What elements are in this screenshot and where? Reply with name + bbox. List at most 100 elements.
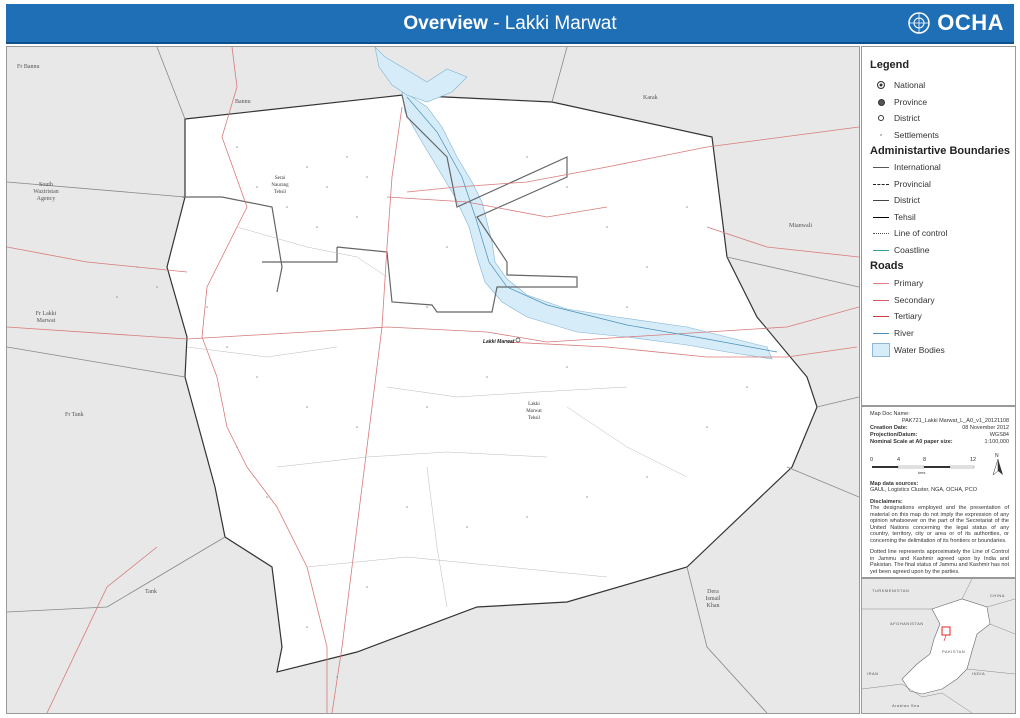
legend-label-province: Province — [894, 97, 928, 107]
disclaimer-text-2: Dotted line represents approximately the… — [870, 549, 1009, 575]
inset-label-turkmenistan: TURKMENISTAN — [872, 588, 910, 593]
legend-label-water-bodies: Water Bodies — [894, 345, 945, 355]
scale-tick-8: 8 — [923, 457, 927, 463]
ocha-logo: OCHA — [907, 10, 1004, 36]
legend-label-tehsil: Tehsil — [894, 212, 916, 222]
tertiary-road-icon — [872, 309, 890, 323]
inset-label-china: CHINA — [990, 593, 1005, 598]
label-serai-naurang-tehsil: Serai Naurang Tehsil — [271, 176, 289, 195]
legend-label-provincial: Provincial — [894, 179, 931, 189]
scale-tick-0: 0 — [870, 457, 874, 463]
disclaimer-text-1: The designations employed and the presen… — [870, 505, 1009, 544]
legend-boundaries-title: Administartive Boundaries — [870, 145, 1010, 157]
title-bold-part: Overview — [403, 13, 488, 34]
label-tank: Tank — [145, 589, 157, 595]
legend-label-river: River — [894, 328, 914, 338]
national-capital-icon — [872, 78, 890, 92]
legend-item-secondary: Secondary — [872, 293, 935, 307]
legend-item-river: River — [872, 326, 914, 340]
sources-value: GAUL, Logistics Cluster, NGA, OCHA, PCO — [870, 487, 977, 493]
scale-row: Nominal Scale at A0 paper size: 1:100,00… — [870, 439, 1009, 446]
inset-label-india: INDIA — [972, 671, 986, 676]
province-capital-icon — [872, 95, 890, 109]
label-mianwali: Mianwali — [789, 223, 812, 229]
neighbour-boundary-7 — [551, 47, 568, 103]
legend-item-district: District — [872, 111, 920, 125]
legend-title: Legend — [870, 59, 910, 71]
legend-item-water-bodies: Water Bodies — [872, 343, 945, 357]
map-info-panel: Map Doc Name: PAK721_Lakki Marwat_L_A0_v… — [861, 406, 1016, 578]
legend-label-tertiary: Tertiary — [894, 311, 922, 321]
label-fr-lakki-marwat: Fr Lakki Marwat — [35, 311, 57, 324]
legend-label-coastline: Coastline — [894, 245, 930, 255]
label-south-waziristan: South Waziristan Agency — [33, 182, 59, 202]
water-body-icon — [872, 343, 890, 357]
un-emblem-icon — [908, 12, 930, 34]
international-boundary-icon — [872, 160, 890, 174]
label-fr-bannu: Fr Bannu — [17, 64, 40, 70]
legend-item-settlements: Settlements — [872, 128, 939, 142]
inset-label-afghanistan: AFGHANISTAN — [890, 621, 924, 626]
projection-row: Projection/Datum: WGS84 — [870, 432, 1009, 439]
label-bannu: Bannu — [235, 99, 251, 105]
projection-label: Projection/Datum: — [870, 432, 918, 438]
legend-label-line-of-control: Line of control — [894, 228, 948, 238]
legend-item-tertiary: Tertiary — [872, 309, 922, 323]
label-dera-ismail-khan: Dera Ismail Khan — [705, 589, 721, 609]
map-doc-name-label: Map Doc Name: — [870, 411, 910, 417]
legend-label-national: National — [894, 80, 926, 90]
district-capital-icon — [872, 111, 890, 125]
legend-item-line-of-control: Line of control — [872, 226, 947, 240]
scale-tick-12: 12 — [970, 457, 977, 463]
legend-label-settlements: Settlements — [894, 130, 939, 140]
primary-road-icon — [872, 276, 890, 290]
lakki-marwat-capital-marker — [515, 337, 521, 343]
inset-label-iran: IRAN — [867, 671, 879, 676]
district-boundary-icon — [872, 193, 890, 207]
neighbour-boundary-3 — [726, 256, 859, 288]
neighbour-boundary-8 — [156, 47, 186, 120]
settlement-icon — [872, 128, 890, 142]
inset-canvas — [862, 579, 1015, 713]
legend-item-national: National — [872, 78, 925, 92]
inset-label-arabian-sea: Arabian Sea — [892, 703, 920, 708]
ocha-logo-text: OCHA — [937, 10, 1004, 35]
creation-date-row: Creation Date: 08 November 2012 — [870, 425, 1009, 432]
river-icon — [872, 326, 890, 340]
legend-item-international: International — [872, 160, 941, 174]
legend-item-province: Province — [872, 95, 927, 109]
line-of-control-icon — [872, 226, 890, 240]
main-map[interactable]: Fr Bannu Bannu Karak South Waziristan Ag… — [6, 46, 860, 714]
label-karak: Karak — [643, 95, 658, 101]
projection-value: WGS84 — [989, 432, 1009, 438]
legend-label-primary: Primary — [894, 278, 924, 288]
provincial-boundary-icon — [872, 177, 890, 191]
title-district-name: Lakki Marwat — [504, 13, 617, 34]
title-separator: - — [487, 13, 505, 34]
legend-label-international: International — [894, 162, 941, 172]
legend-item-tehsil: Tehsil — [872, 210, 916, 224]
legend-item-district-boundary: District — [872, 193, 920, 207]
map-header: Overview - Lakki Marwat OCHA — [6, 4, 1014, 44]
legend-roads-title: Roads — [870, 260, 904, 272]
scale-tick-4: 4 — [897, 457, 901, 463]
legend-label-district-boundary: District — [894, 195, 920, 205]
legend-item-provincial: Provincial — [872, 177, 931, 191]
scale-unit: kms — [918, 470, 926, 475]
legend-label-district: District — [894, 113, 920, 123]
scale-label: Nominal Scale at A0 paper size: — [870, 439, 953, 445]
legend-item-primary: Primary — [872, 276, 923, 290]
inset-label-pakistan: PAKISTAN — [942, 649, 966, 654]
legend-label-secondary: Secondary — [894, 295, 935, 305]
creation-date-label: Creation Date: — [870, 425, 908, 431]
dam-water-body — [374, 47, 468, 103]
coastline-icon — [872, 243, 890, 257]
neighbour-boundary-5 — [7, 536, 226, 613]
inset-locator-map: TURKMENISTAN CHINA AFGHANISTAN PAKISTAN … — [861, 578, 1016, 714]
secondary-road-icon — [872, 293, 890, 307]
tehsil-boundary-icon — [872, 210, 890, 224]
scale-value: 1:100,000 — [984, 439, 1009, 445]
neighbour-boundary-2 — [7, 346, 186, 378]
label-fr-tank: Fr Tank — [65, 412, 84, 418]
neighbour-boundary-6 — [686, 566, 768, 713]
